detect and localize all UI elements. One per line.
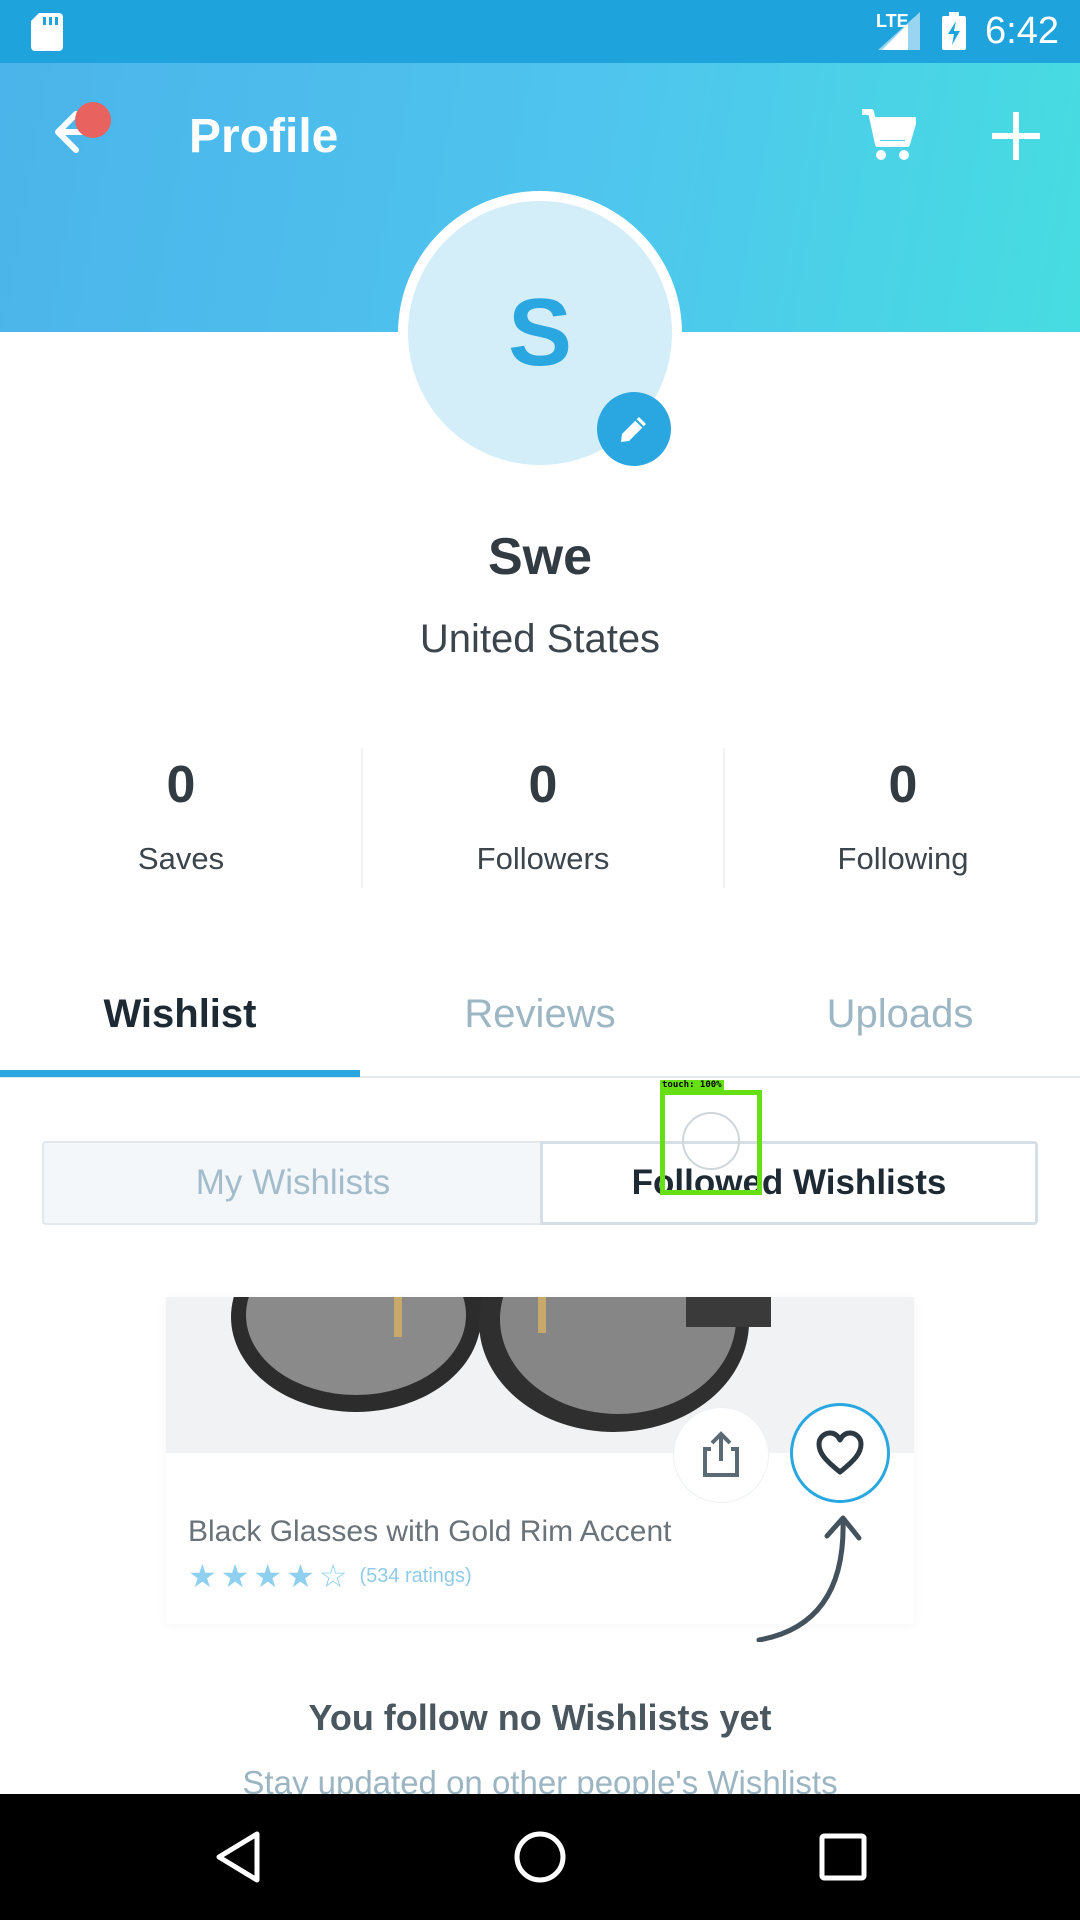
segment-followed-wishlists[interactable]: Followed Wishlists xyxy=(540,1141,1038,1225)
star-filled-icon: ★ xyxy=(188,1558,217,1594)
tab-uploads[interactable]: Uploads xyxy=(720,992,1080,1037)
favorite-button xyxy=(790,1403,890,1503)
tab-wishlist[interactable]: Wishlist xyxy=(0,992,360,1037)
stat-label: Followers xyxy=(476,841,610,876)
page-title: Profile xyxy=(189,110,339,163)
stat-followers[interactable]: 0 Followers xyxy=(362,755,724,877)
plus-icon[interactable] xyxy=(990,110,1042,162)
nav-home-icon xyxy=(514,1831,566,1883)
stat-value: 0 xyxy=(888,756,918,814)
clock: 6:42 xyxy=(985,10,1059,52)
product-title: Black Glasses with Gold Rim Accent xyxy=(188,1515,672,1548)
touch-indicator-box xyxy=(660,1090,762,1195)
edit-avatar-button[interactable] xyxy=(597,392,671,466)
nav-home-button[interactable] xyxy=(505,1822,575,1892)
stat-saves[interactable]: 0 Saves xyxy=(0,755,362,877)
stat-value: 0 xyxy=(166,756,196,814)
notification-dot xyxy=(75,102,111,138)
ratings-count: (534 ratings) xyxy=(359,1564,472,1587)
tab-reviews[interactable]: Reviews xyxy=(360,992,720,1037)
star-filled-icon: ★ xyxy=(253,1558,283,1594)
touch-indicator-label: touch: 100% xyxy=(660,1080,724,1092)
nav-recents-button[interactable] xyxy=(808,1822,878,1892)
pencil-icon xyxy=(621,417,646,442)
system-nav-bar xyxy=(0,1794,1080,1920)
battery-charging-icon xyxy=(942,12,966,50)
stat-label: Following xyxy=(837,841,969,876)
status-bar: LTE 6:42 xyxy=(0,0,1080,63)
user-country: United States xyxy=(419,617,661,661)
stat-label: Saves xyxy=(137,841,225,876)
stat-value: 0 xyxy=(528,756,558,814)
user-name: Swe xyxy=(487,528,593,586)
stat-following[interactable]: 0 Following xyxy=(722,755,1080,877)
cart-icon[interactable] xyxy=(860,106,916,162)
star-filled-icon: ★ xyxy=(286,1558,315,1594)
signal-icon xyxy=(878,12,920,50)
star-empty-icon: ☆ xyxy=(318,1558,348,1594)
empty-state-title: You follow no Wishlists yet xyxy=(308,1697,772,1738)
nav-recents-icon xyxy=(819,1833,867,1881)
star-filled-icon: ★ xyxy=(220,1558,250,1594)
share-icon xyxy=(703,1431,739,1477)
segment-my-wishlists[interactable]: My Wishlists xyxy=(42,1141,542,1225)
curved-arrow-icon xyxy=(756,1515,862,1642)
nav-back-icon xyxy=(216,1831,260,1883)
heart-icon xyxy=(816,1430,864,1475)
sd-card-icon xyxy=(31,13,63,51)
product-rating: ★ ★ ★ ★ ☆ (534 ratings) xyxy=(188,1560,472,1592)
tab-active-indicator xyxy=(0,1070,360,1077)
nav-back-button[interactable] xyxy=(203,1822,273,1892)
share-button xyxy=(673,1407,769,1503)
